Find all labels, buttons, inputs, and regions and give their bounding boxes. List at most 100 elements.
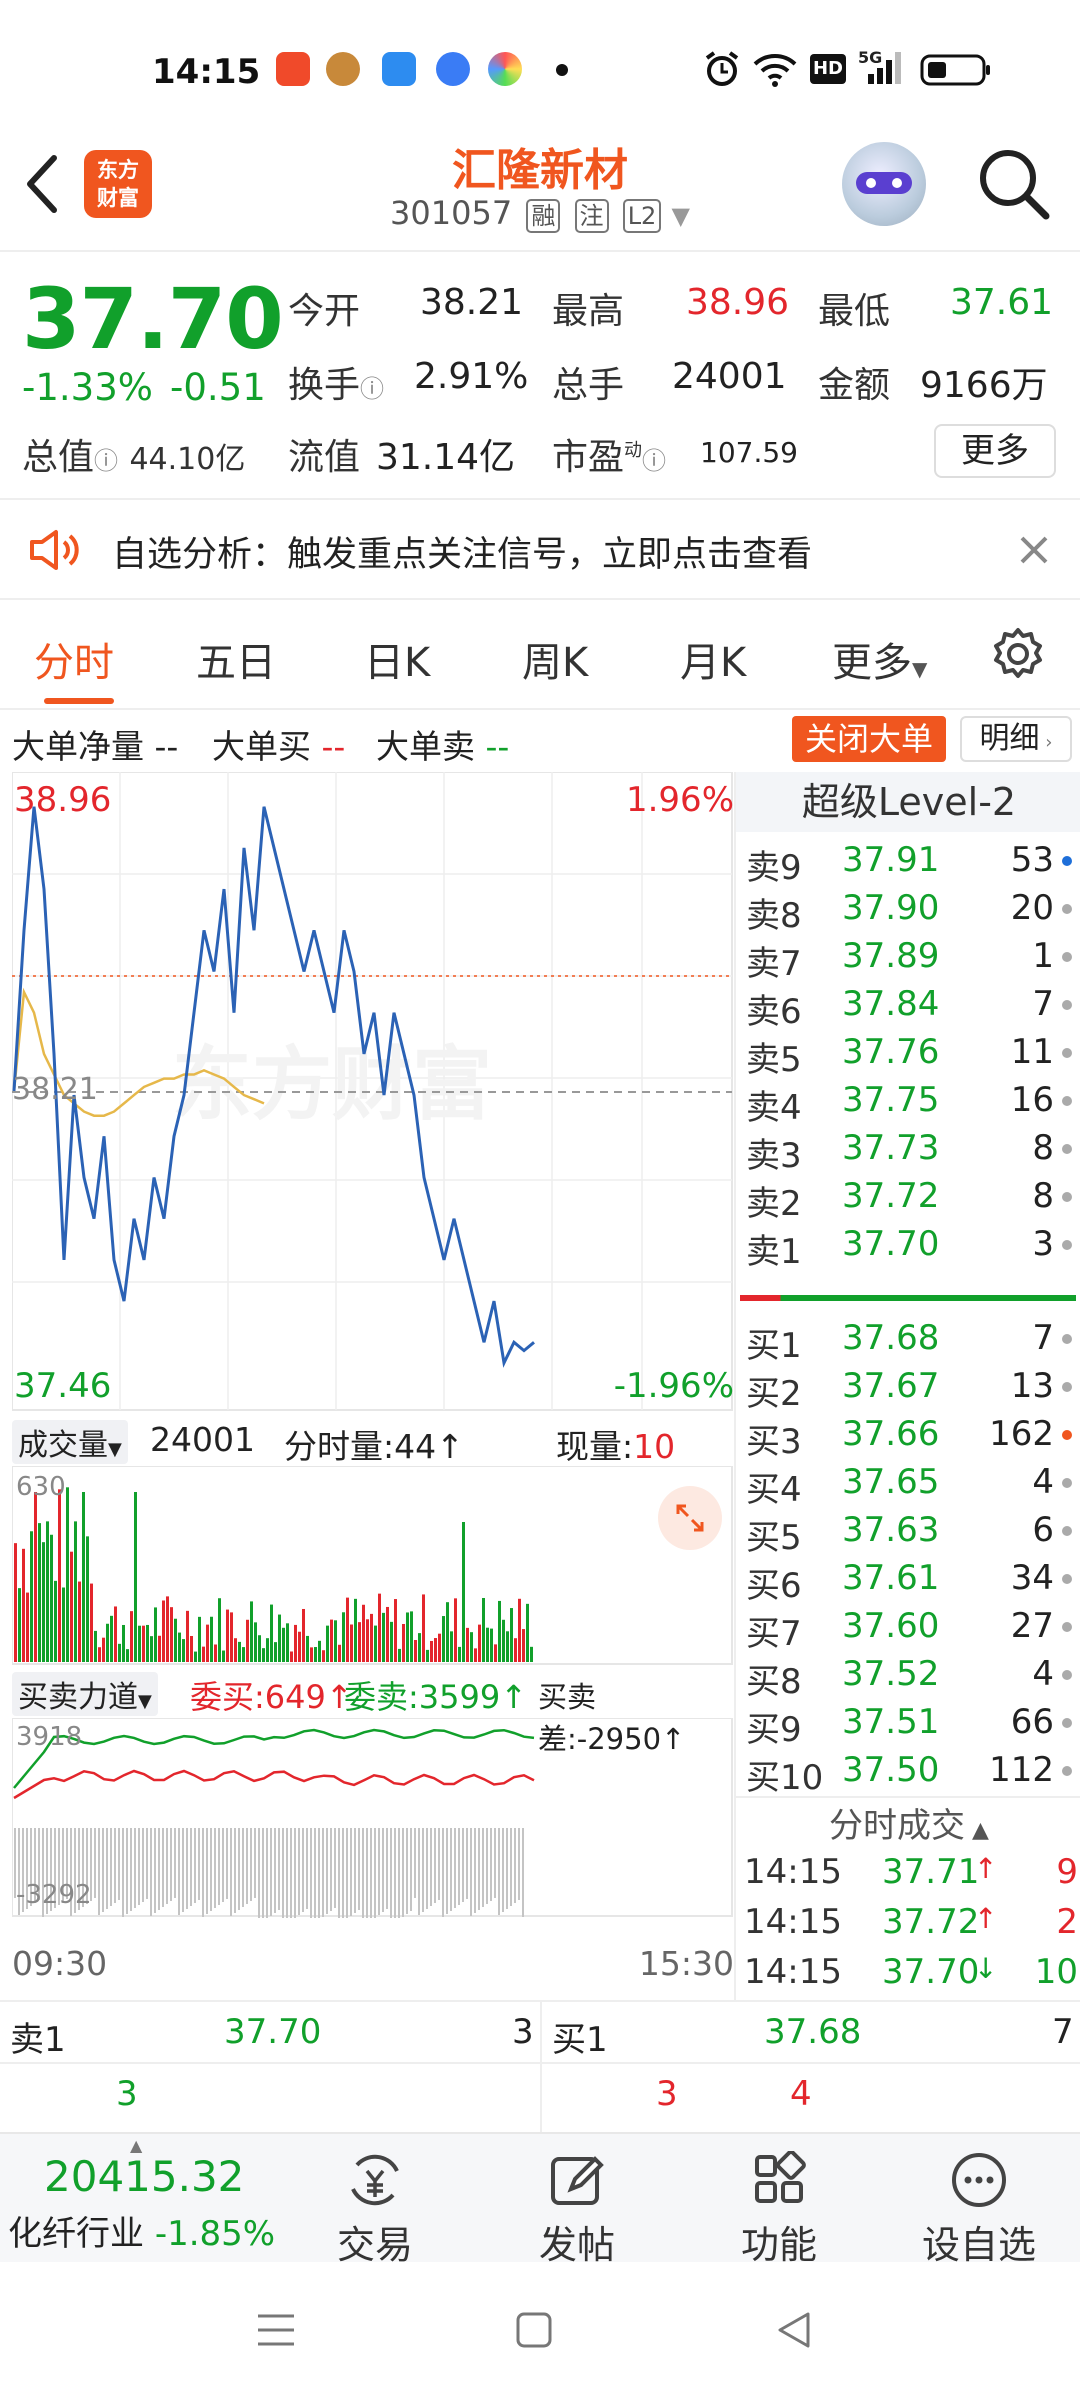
volume-bar bbox=[166, 1596, 169, 1662]
force-bar bbox=[214, 1828, 216, 1908]
status-dot-icon bbox=[1062, 904, 1072, 914]
ask-row[interactable]: 卖9 37.91 53 bbox=[736, 838, 1080, 888]
volume-bar bbox=[78, 1581, 81, 1662]
bottom-nav: ▲ 20415.32 化纤行业 -1.85% 交易 发帖 功能 设自选 bbox=[0, 2132, 1080, 2267]
close-big-order-button[interactable]: 关闭大单 bbox=[792, 716, 946, 762]
total-volume: 24001 bbox=[150, 1420, 255, 1459]
volume-selector[interactable]: 成交量▼ bbox=[12, 1420, 128, 1464]
tab-weekly-k[interactable]: 周K bbox=[522, 630, 588, 688]
volume-bar bbox=[278, 1614, 281, 1662]
status-dot-icon bbox=[1062, 1670, 1072, 1680]
volume-bar bbox=[502, 1619, 505, 1662]
force-bar bbox=[254, 1828, 256, 1898]
force-bar bbox=[178, 1828, 180, 1915]
status-dot-icon bbox=[1062, 1000, 1072, 1010]
volume-bar bbox=[494, 1644, 497, 1662]
force-bar bbox=[482, 1828, 484, 1907]
volume-bar bbox=[410, 1611, 413, 1662]
alert-banner[interactable]: 自选分析：触发重点关注信号，立即点击查看 bbox=[0, 498, 1080, 600]
more-button[interactable]: 更多 bbox=[934, 424, 1056, 478]
force-bar bbox=[390, 1828, 392, 1918]
industry-index[interactable]: ▲ 20415.32 化纤行业 -1.85% bbox=[0, 2134, 300, 2264]
bid-row[interactable]: 买5 37.63 6 bbox=[736, 1508, 1080, 1558]
close-icon[interactable] bbox=[1018, 534, 1050, 566]
gear-icon[interactable] bbox=[990, 626, 1046, 682]
ask-row[interactable]: 卖1 37.70 3 bbox=[736, 1222, 1080, 1272]
back-nav-icon[interactable] bbox=[776, 2310, 812, 2350]
tab-more[interactable]: 更多▼ bbox=[832, 630, 927, 688]
force-bar bbox=[290, 1828, 292, 1918]
bid-row[interactable]: 买10 37.50 112 bbox=[736, 1748, 1080, 1798]
caret-down-icon: ▼ bbox=[138, 1691, 152, 1712]
trade-button[interactable]: 交易 bbox=[310, 2150, 440, 2269]
pe-label[interactable]: 市盈动ⓘ bbox=[552, 428, 666, 480]
tab-monthly-k[interactable]: 月K bbox=[680, 630, 746, 688]
volume-bar bbox=[174, 1618, 177, 1662]
force-bar bbox=[298, 1828, 300, 1915]
bid-row[interactable]: 买4 37.65 4 bbox=[736, 1460, 1080, 1510]
chart-low-label: 37.46 bbox=[14, 1366, 112, 1406]
force-bar bbox=[346, 1828, 348, 1918]
volume-bar bbox=[26, 1592, 29, 1662]
force-bar bbox=[170, 1828, 172, 1901]
ask-row[interactable]: 卖2 37.72 8 bbox=[736, 1174, 1080, 1224]
force-bar bbox=[514, 1828, 516, 1903]
volume-bar bbox=[114, 1606, 117, 1662]
expand-icon[interactable] bbox=[658, 1486, 722, 1550]
volume-bar bbox=[42, 1542, 45, 1662]
force-bar bbox=[326, 1828, 328, 1914]
volume-bar bbox=[62, 1587, 65, 1662]
search-icon[interactable] bbox=[976, 146, 1052, 222]
volume-bar bbox=[254, 1622, 257, 1662]
mktcap-label[interactable]: 总值ⓘ 44.10亿 bbox=[22, 428, 245, 480]
volume-bar bbox=[226, 1609, 229, 1662]
bid-row[interactable]: 买3 37.66 162 bbox=[736, 1412, 1080, 1462]
force-bar bbox=[202, 1828, 204, 1917]
bid-row[interactable]: 买9 37.51 66 bbox=[736, 1700, 1080, 1750]
add-watchlist-button[interactable]: 设自选 bbox=[914, 2150, 1044, 2269]
bid-row[interactable]: 买2 37.67 13 bbox=[736, 1364, 1080, 1414]
post-button[interactable]: 发帖 bbox=[512, 2150, 642, 2269]
robot-assistant-avatar[interactable] bbox=[842, 142, 926, 226]
ask-row[interactable]: 卖6 37.84 7 bbox=[736, 982, 1080, 1032]
intraday-chart[interactable]: 东方财富 38.96 1.96% 38.21 37.46 -1.96% 成交量▼… bbox=[12, 772, 734, 2002]
ask-row[interactable]: 卖7 37.89 1 bbox=[736, 934, 1080, 984]
menu-icon[interactable] bbox=[256, 2312, 296, 2348]
info-icon: ⓘ bbox=[642, 447, 667, 475]
tab-daily-k[interactable]: 日K bbox=[364, 630, 430, 688]
force-bar bbox=[294, 1828, 296, 1918]
tab-five-day[interactable]: 五日 bbox=[196, 630, 276, 688]
bid-row[interactable]: 买6 37.61 34 bbox=[736, 1556, 1080, 1606]
force-bar bbox=[510, 1828, 512, 1906]
force-bar bbox=[370, 1828, 372, 1918]
ask-row[interactable]: 卖8 37.90 20 bbox=[736, 886, 1080, 936]
dropdown-icon[interactable]: ▼ bbox=[672, 202, 690, 230]
ask-row[interactable]: 卖4 37.75 16 bbox=[736, 1078, 1080, 1128]
functions-button[interactable]: 功能 bbox=[714, 2150, 844, 2269]
home-icon[interactable] bbox=[516, 2312, 552, 2348]
level2-header[interactable]: 超级Level-2 bbox=[736, 772, 1080, 832]
ask-row[interactable]: 卖3 37.73 8 bbox=[736, 1126, 1080, 1176]
trades-header[interactable]: 分时成交 ▲ bbox=[736, 1796, 1080, 1846]
status-dot-icon bbox=[1062, 1144, 1072, 1154]
force-bar bbox=[466, 1828, 468, 1899]
tab-intraday[interactable]: 分时 bbox=[34, 630, 114, 688]
chart-high-pct: 1.96% bbox=[625, 780, 734, 820]
signal-icon: 5G bbox=[858, 48, 904, 86]
force-bar bbox=[134, 1828, 136, 1908]
bid-row[interactable]: 买1 37.68 7 bbox=[736, 1316, 1080, 1366]
bid-row[interactable]: 买7 37.60 27 bbox=[736, 1604, 1080, 1654]
status-dot-icon bbox=[1062, 1718, 1072, 1728]
trade-row: 14:15 37.70 ↓ 10 bbox=[744, 1952, 1078, 1992]
detail-button[interactable]: 明细 › bbox=[960, 716, 1072, 762]
force-bar bbox=[302, 1828, 304, 1912]
summary-sell1-price: 37.70 bbox=[224, 2012, 322, 2052]
force-selector[interactable]: 买卖力道▼ bbox=[12, 1672, 158, 1716]
volume-bar bbox=[222, 1650, 225, 1662]
bid-row[interactable]: 买8 37.52 4 bbox=[736, 1652, 1080, 1702]
ask-row[interactable]: 卖5 37.76 11 bbox=[736, 1030, 1080, 1080]
registration-tag: 注 bbox=[574, 199, 609, 233]
video-app-icon bbox=[276, 52, 310, 86]
force-bar bbox=[486, 1828, 488, 1904]
turnover-label[interactable]: 换手ⓘ bbox=[288, 356, 384, 408]
